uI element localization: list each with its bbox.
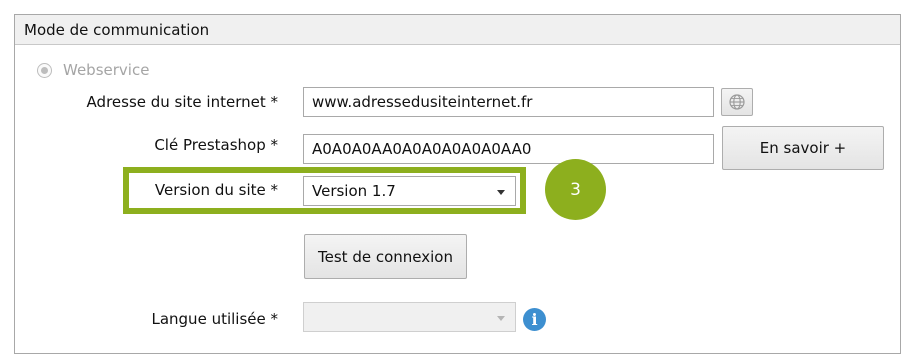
prestashop-key-value: A0A0A0AA0A0A0A0A0A0AA0 xyxy=(312,140,532,158)
highlight-frame xyxy=(123,167,526,214)
test-connection-label: Test de connexion xyxy=(318,247,453,266)
globe-button[interactable] xyxy=(721,88,753,116)
info-icon[interactable]: i xyxy=(523,308,546,331)
learn-more-button[interactable]: En savoir + xyxy=(722,126,884,170)
webservice-label: Webservice xyxy=(63,61,150,79)
webservice-radio-option[interactable]: Webservice xyxy=(37,61,149,79)
prestashop-key-label: Clé Prestashop * xyxy=(154,136,278,154)
group-header: Mode de communication xyxy=(15,15,900,45)
site-url-label: Adresse du site internet * xyxy=(86,93,278,111)
site-url-value: www.adressedusiteinternet.fr xyxy=(312,93,533,111)
language-select[interactable] xyxy=(303,302,516,332)
group-title: Mode de communication xyxy=(24,20,210,39)
globe-icon xyxy=(729,94,745,110)
radio-dot xyxy=(41,66,48,74)
step-callout: 3 xyxy=(545,159,606,220)
radio-button[interactable] xyxy=(37,62,52,78)
chevron-down-icon xyxy=(497,316,505,321)
site-url-input[interactable]: www.adressedusiteinternet.fr xyxy=(303,87,714,117)
language-label: Langue utilisée * xyxy=(151,310,278,328)
prestashop-key-input[interactable]: A0A0A0AA0A0A0A0A0A0AA0 xyxy=(303,134,714,164)
learn-more-label: En savoir + xyxy=(759,139,847,157)
step-number: 3 xyxy=(570,179,581,200)
test-connection-button[interactable]: Test de connexion xyxy=(304,234,467,279)
